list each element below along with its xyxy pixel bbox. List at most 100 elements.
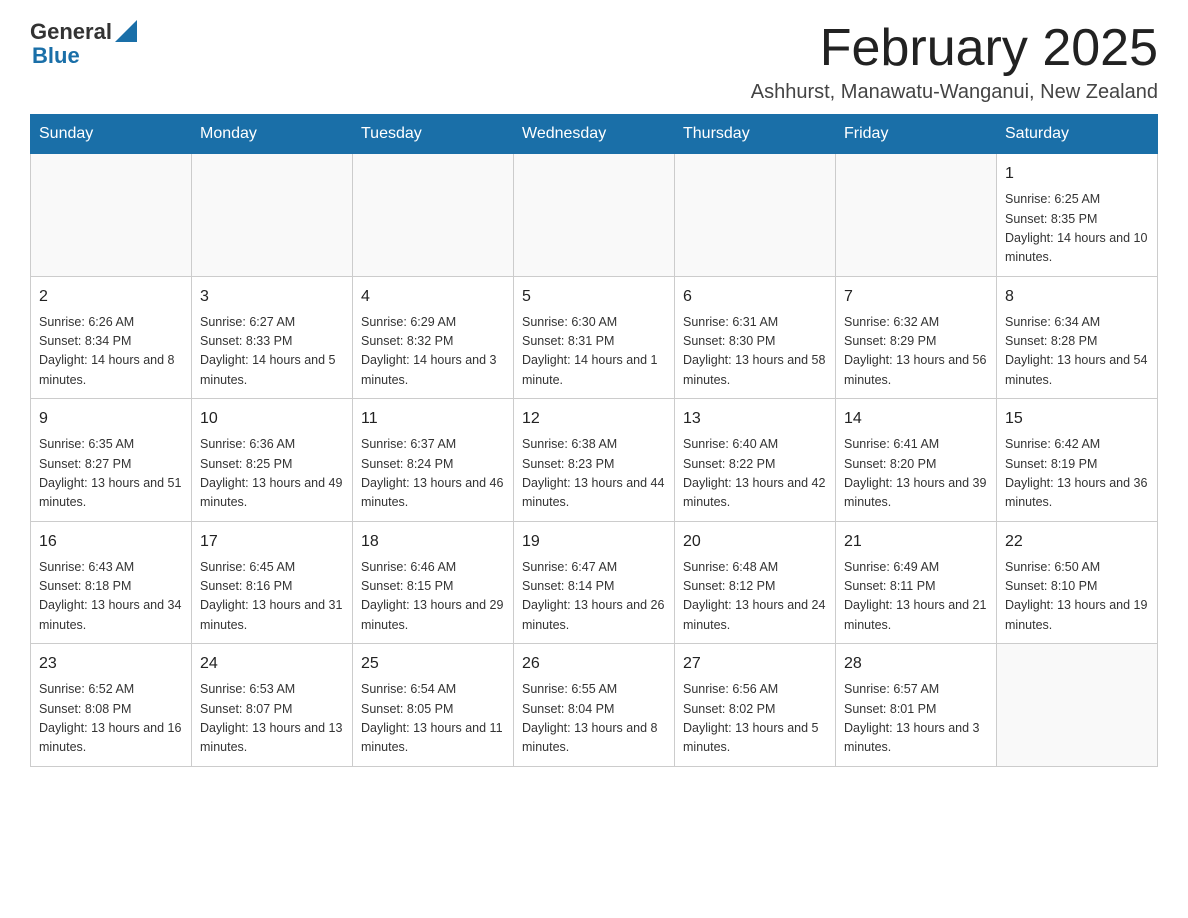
calendar-day-cell: 18 Sunrise: 6:46 AMSunset: 8:15 PMDayligh… bbox=[353, 521, 514, 644]
day-info: Sunrise: 6:25 AMSunset: 8:35 PMDaylight:… bbox=[1005, 190, 1149, 268]
day-info: Sunrise: 6:29 AMSunset: 8:32 PMDaylight:… bbox=[361, 313, 505, 391]
day-info: Sunrise: 6:34 AMSunset: 8:28 PMDaylight:… bbox=[1005, 313, 1149, 391]
day-number: 1 bbox=[1005, 162, 1149, 186]
day-number: 24 bbox=[200, 652, 344, 676]
calendar-day-cell: 7 Sunrise: 6:32 AMSunset: 8:29 PMDaylight… bbox=[836, 276, 997, 399]
day-number: 2 bbox=[39, 285, 183, 309]
day-info: Sunrise: 6:36 AMSunset: 8:25 PMDaylight:… bbox=[200, 435, 344, 513]
title-block: February 2025 Ashhurst, Manawatu-Wanganu… bbox=[751, 20, 1158, 104]
day-info: Sunrise: 6:47 AMSunset: 8:14 PMDaylight:… bbox=[522, 558, 666, 636]
day-info: Sunrise: 6:53 AMSunset: 8:07 PMDaylight:… bbox=[200, 680, 344, 758]
calendar-week-row: 9 Sunrise: 6:35 AMSunset: 8:27 PMDaylight… bbox=[31, 399, 1158, 522]
day-info: Sunrise: 6:49 AMSunset: 8:11 PMDaylight:… bbox=[844, 558, 988, 636]
day-number: 16 bbox=[39, 530, 183, 554]
calendar-day-cell bbox=[192, 154, 353, 277]
day-number: 25 bbox=[361, 652, 505, 676]
logo: General Blue bbox=[30, 20, 137, 68]
calendar-day-cell: 2Sunrise: 6:26 AMSunset: 8:34 PMDaylight… bbox=[31, 276, 192, 399]
logo-blue-text: Blue bbox=[32, 44, 137, 68]
day-info: Sunrise: 6:45 AMSunset: 8:16 PMDaylight:… bbox=[200, 558, 344, 636]
day-number: 19 bbox=[522, 530, 666, 554]
day-number: 20 bbox=[683, 530, 827, 554]
day-number: 27 bbox=[683, 652, 827, 676]
logo-general-text: General bbox=[30, 20, 112, 44]
day-info: Sunrise: 6:27 AMSunset: 8:33 PMDaylight:… bbox=[200, 313, 344, 391]
calendar-day-cell: 22 Sunrise: 6:50 AMSunset: 8:10 PMDayligh… bbox=[997, 521, 1158, 644]
calendar-day-cell: 12 Sunrise: 6:38 AMSunset: 8:23 PMDayligh… bbox=[514, 399, 675, 522]
day-number: 18 bbox=[361, 530, 505, 554]
day-number: 15 bbox=[1005, 407, 1149, 431]
calendar-day-cell: 19 Sunrise: 6:47 AMSunset: 8:14 PMDayligh… bbox=[514, 521, 675, 644]
calendar-day-cell: 25 Sunrise: 6:54 AMSunset: 8:05 PMDayligh… bbox=[353, 644, 514, 767]
day-info: Sunrise: 6:55 AMSunset: 8:04 PMDaylight:… bbox=[522, 680, 666, 758]
day-info: Sunrise: 6:40 AMSunset: 8:22 PMDaylight:… bbox=[683, 435, 827, 513]
day-number: 7 bbox=[844, 285, 988, 309]
calendar-day-cell bbox=[997, 644, 1158, 767]
day-info: Sunrise: 6:30 AMSunset: 8:31 PMDaylight:… bbox=[522, 313, 666, 391]
day-number: 11 bbox=[361, 407, 505, 431]
calendar-day-cell: 3Sunrise: 6:27 AMSunset: 8:33 PMDaylight… bbox=[192, 276, 353, 399]
calendar-week-row: 16 Sunrise: 6:43 AMSunset: 8:18 PMDayligh… bbox=[31, 521, 1158, 644]
calendar-day-cell: 9 Sunrise: 6:35 AMSunset: 8:27 PMDaylight… bbox=[31, 399, 192, 522]
calendar-day-cell bbox=[353, 154, 514, 277]
calendar-week-row: 23 Sunrise: 6:52 AMSunset: 8:08 PMDayligh… bbox=[31, 644, 1158, 767]
calendar-week-row: 2Sunrise: 6:26 AMSunset: 8:34 PMDaylight… bbox=[31, 276, 1158, 399]
day-info: Sunrise: 6:50 AMSunset: 8:10 PMDaylight:… bbox=[1005, 558, 1149, 636]
page-header: General Blue February 2025 Ashhurst, Man… bbox=[30, 20, 1158, 104]
day-number: 6 bbox=[683, 285, 827, 309]
calendar-day-cell: 27 Sunrise: 6:56 AMSunset: 8:02 PMDayligh… bbox=[675, 644, 836, 767]
day-number: 4 bbox=[361, 285, 505, 309]
calendar-day-header: Thursday bbox=[675, 115, 836, 154]
calendar-day-cell: 28 Sunrise: 6:57 AMSunset: 8:01 PMDayligh… bbox=[836, 644, 997, 767]
day-info: Sunrise: 6:41 AMSunset: 8:20 PMDaylight:… bbox=[844, 435, 988, 513]
calendar-week-row: 1 Sunrise: 6:25 AMSunset: 8:35 PMDaylight… bbox=[31, 154, 1158, 277]
day-info: Sunrise: 6:56 AMSunset: 8:02 PMDaylight:… bbox=[683, 680, 827, 758]
day-info: Sunrise: 6:38 AMSunset: 8:23 PMDaylight:… bbox=[522, 435, 666, 513]
calendar-day-cell: 5 Sunrise: 6:30 AMSunset: 8:31 PMDaylight… bbox=[514, 276, 675, 399]
calendar-day-cell: 10 Sunrise: 6:36 AMSunset: 8:25 PMDayligh… bbox=[192, 399, 353, 522]
page-subtitle: Ashhurst, Manawatu-Wanganui, New Zealand bbox=[751, 81, 1158, 104]
calendar-day-header: Friday bbox=[836, 115, 997, 154]
calendar-day-cell: 20 Sunrise: 6:48 AMSunset: 8:12 PMDayligh… bbox=[675, 521, 836, 644]
day-number: 12 bbox=[522, 407, 666, 431]
day-info: Sunrise: 6:57 AMSunset: 8:01 PMDaylight:… bbox=[844, 680, 988, 758]
calendar-day-header: Saturday bbox=[997, 115, 1158, 154]
day-number: 9 bbox=[39, 407, 183, 431]
logo-triangle-icon bbox=[115, 20, 137, 42]
day-info: Sunrise: 6:32 AMSunset: 8:29 PMDaylight:… bbox=[844, 313, 988, 391]
calendar-day-cell: 6Sunrise: 6:31 AMSunset: 8:30 PMDaylight… bbox=[675, 276, 836, 399]
calendar-day-cell: 8 Sunrise: 6:34 AMSunset: 8:28 PMDaylight… bbox=[997, 276, 1158, 399]
day-info: Sunrise: 6:37 AMSunset: 8:24 PMDaylight:… bbox=[361, 435, 505, 513]
day-info: Sunrise: 6:52 AMSunset: 8:08 PMDaylight:… bbox=[39, 680, 183, 758]
calendar-day-cell: 24 Sunrise: 6:53 AMSunset: 8:07 PMDayligh… bbox=[192, 644, 353, 767]
day-number: 10 bbox=[200, 407, 344, 431]
calendar-day-header: Wednesday bbox=[514, 115, 675, 154]
calendar-day-cell: 1 Sunrise: 6:25 AMSunset: 8:35 PMDaylight… bbox=[997, 154, 1158, 277]
day-number: 28 bbox=[844, 652, 988, 676]
day-number: 23 bbox=[39, 652, 183, 676]
day-number: 8 bbox=[1005, 285, 1149, 309]
day-info: Sunrise: 6:54 AMSunset: 8:05 PMDaylight:… bbox=[361, 680, 505, 758]
day-number: 21 bbox=[844, 530, 988, 554]
day-number: 5 bbox=[522, 285, 666, 309]
calendar-day-cell: 11 Sunrise: 6:37 AMSunset: 8:24 PMDayligh… bbox=[353, 399, 514, 522]
calendar-day-cell bbox=[675, 154, 836, 277]
calendar-day-header: Tuesday bbox=[353, 115, 514, 154]
day-number: 14 bbox=[844, 407, 988, 431]
calendar-day-cell: 17 Sunrise: 6:45 AMSunset: 8:16 PMDayligh… bbox=[192, 521, 353, 644]
calendar-day-header: Sunday bbox=[31, 115, 192, 154]
day-number: 22 bbox=[1005, 530, 1149, 554]
day-number: 26 bbox=[522, 652, 666, 676]
calendar-day-cell: 4 Sunrise: 6:29 AMSunset: 8:32 PMDaylight… bbox=[353, 276, 514, 399]
calendar-table: SundayMondayTuesdayWednesdayThursdayFrid… bbox=[30, 114, 1158, 767]
page-title: February 2025 bbox=[751, 20, 1158, 77]
day-info: Sunrise: 6:43 AMSunset: 8:18 PMDaylight:… bbox=[39, 558, 183, 636]
day-info: Sunrise: 6:42 AMSunset: 8:19 PMDaylight:… bbox=[1005, 435, 1149, 513]
day-number: 17 bbox=[200, 530, 344, 554]
day-info: Sunrise: 6:48 AMSunset: 8:12 PMDaylight:… bbox=[683, 558, 827, 636]
day-info: Sunrise: 6:35 AMSunset: 8:27 PMDaylight:… bbox=[39, 435, 183, 513]
calendar-day-cell: 23 Sunrise: 6:52 AMSunset: 8:08 PMDayligh… bbox=[31, 644, 192, 767]
day-info: Sunrise: 6:46 AMSunset: 8:15 PMDaylight:… bbox=[361, 558, 505, 636]
calendar-header-row: SundayMondayTuesdayWednesdayThursdayFrid… bbox=[31, 115, 1158, 154]
calendar-day-cell bbox=[836, 154, 997, 277]
